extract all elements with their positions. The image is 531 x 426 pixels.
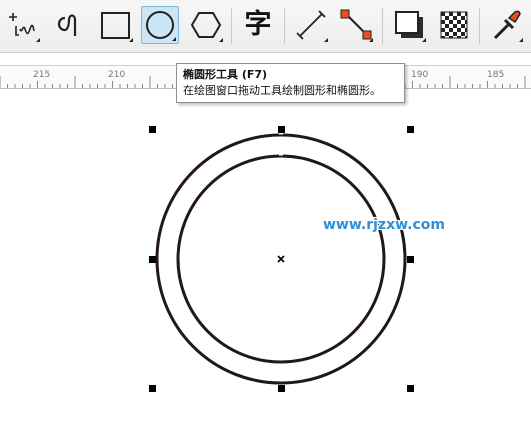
flyout-indicator bbox=[36, 38, 40, 42]
text-tool-icon: 字 bbox=[244, 9, 272, 40]
ruler-label: 215 bbox=[33, 70, 51, 80]
ruler-label: 190 bbox=[411, 70, 429, 80]
toolbox: 字 bbox=[0, 0, 531, 53]
selection-handle-top-right[interactable] bbox=[407, 126, 414, 133]
watermark-text: www.rjzxw.com bbox=[323, 217, 445, 233]
connector-tool-button[interactable] bbox=[337, 6, 375, 44]
dimension-line-icon bbox=[296, 10, 326, 40]
selection-handle-top-center[interactable] bbox=[278, 126, 285, 133]
ellipse-tool-button[interactable] bbox=[141, 6, 179, 44]
ruler-label: 210 bbox=[108, 70, 126, 80]
drawing-canvas[interactable] bbox=[0, 88, 531, 426]
toolbar-separator bbox=[284, 8, 285, 44]
freehand-tool-icon bbox=[9, 13, 35, 36]
toolbar-separator bbox=[231, 8, 232, 44]
flyout-indicator bbox=[129, 38, 133, 42]
selection-handle-bottom-left[interactable] bbox=[149, 385, 156, 392]
hexagon-icon bbox=[190, 12, 222, 38]
tooltip-title: 椭圆形工具 (F7) bbox=[183, 68, 268, 81]
flyout-indicator bbox=[324, 38, 328, 42]
eyedropper-icon bbox=[493, 10, 521, 40]
polygon-tool-button[interactable] bbox=[187, 6, 225, 44]
canvas-artwork bbox=[155, 133, 407, 385]
toolbar-separator bbox=[479, 8, 480, 44]
bezier-tool-button[interactable] bbox=[51, 6, 89, 44]
rectangle-icon bbox=[101, 12, 130, 39]
tool-tooltip: 椭圆形工具 (F7) 在绘图窗口拖动工具绘制圆形和椭圆形。 bbox=[176, 63, 405, 103]
freehand-tool-button[interactable] bbox=[4, 6, 42, 44]
flyout-indicator bbox=[519, 38, 523, 42]
toolbar-separator bbox=[382, 8, 383, 44]
tooltip-description: 在绘图窗口拖动工具绘制圆形和椭圆形。 bbox=[183, 84, 381, 97]
ruler-label: 185 bbox=[487, 70, 505, 80]
rectangle-tool-button[interactable] bbox=[97, 6, 135, 44]
transparency-tool-button[interactable] bbox=[435, 6, 473, 44]
connector-icon bbox=[340, 9, 372, 40]
dimension-tool-button[interactable] bbox=[292, 6, 330, 44]
selection-handle-top-left[interactable] bbox=[149, 126, 156, 133]
flyout-indicator bbox=[422, 38, 426, 42]
node-marker-icon bbox=[279, 133, 283, 156]
flyout-indicator bbox=[369, 38, 373, 42]
bezier-curve-icon bbox=[57, 14, 77, 36]
drop-shadow-tool-button[interactable] bbox=[390, 6, 428, 44]
eyedropper-tool-button[interactable] bbox=[487, 6, 525, 44]
checkerboard-transparency-icon bbox=[440, 11, 468, 39]
text-tool-button[interactable]: 字 bbox=[239, 6, 277, 44]
center-marker-icon[interactable] bbox=[277, 255, 285, 263]
selection-handle-bottom-center[interactable] bbox=[278, 385, 285, 392]
flyout-indicator bbox=[172, 37, 176, 41]
selection-handle-middle-left[interactable] bbox=[149, 256, 156, 263]
flyout-indicator bbox=[219, 38, 223, 42]
selection-handle-middle-right[interactable] bbox=[407, 256, 414, 263]
drop-shadow-icon bbox=[395, 11, 423, 38]
selection-handle-bottom-right[interactable] bbox=[407, 385, 414, 392]
